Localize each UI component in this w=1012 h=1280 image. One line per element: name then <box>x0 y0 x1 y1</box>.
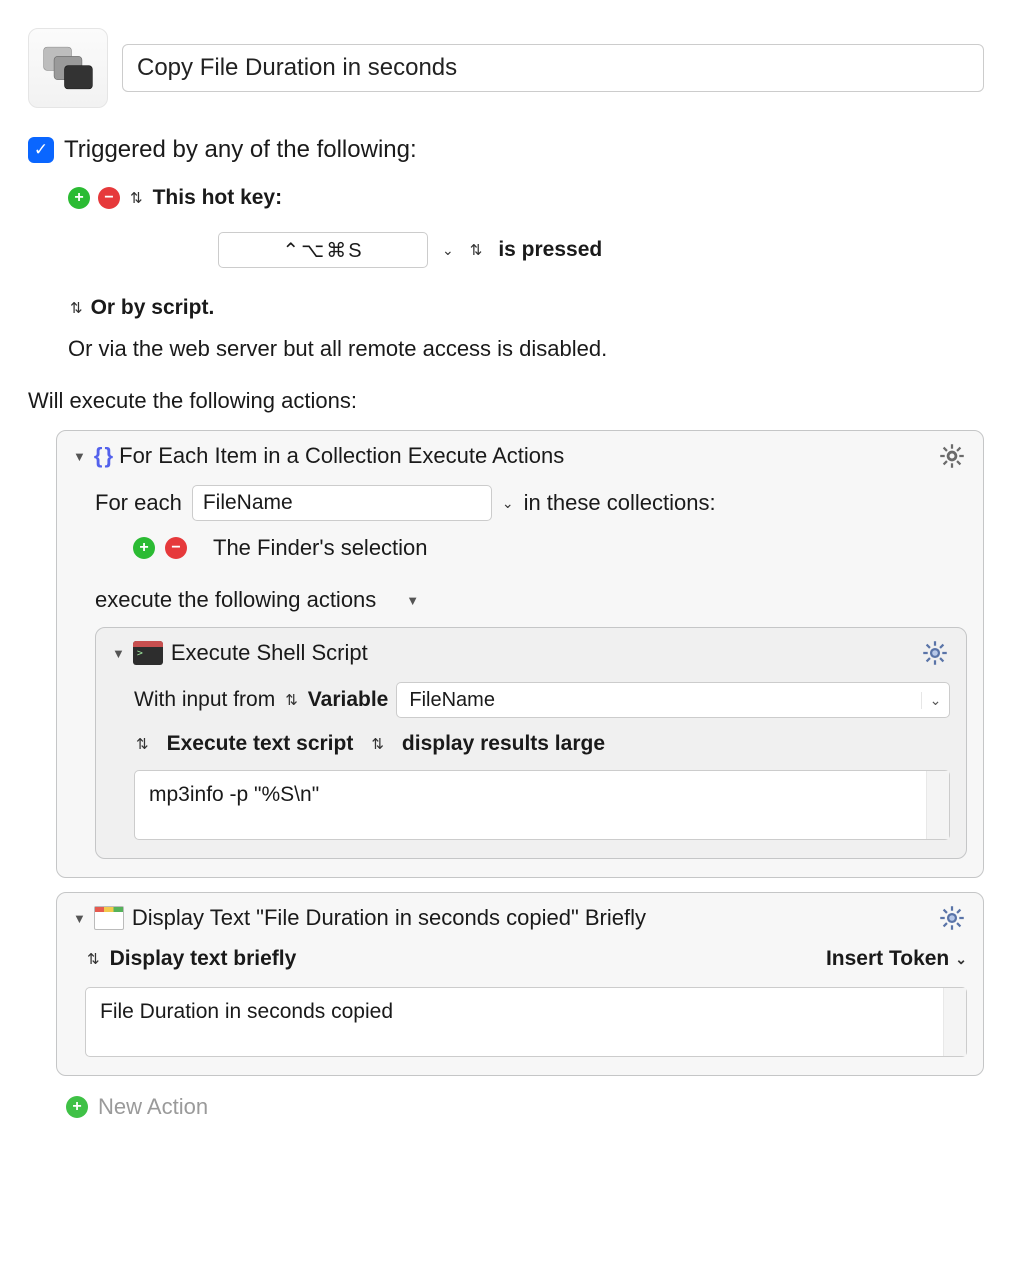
gear-icon[interactable] <box>937 441 967 471</box>
script-mode-label: Execute text script <box>167 732 354 756</box>
note-icon <box>94 906 124 930</box>
terminal-icon <box>133 641 163 665</box>
hotkey-state-stepper[interactable]: ⇅ <box>468 241 485 259</box>
variable-dropdown[interactable]: FileName <box>192 485 492 521</box>
execute-heading: Will execute the following actions: <box>28 388 984 414</box>
remove-trigger-button[interactable]: − <box>98 187 120 209</box>
collection-label: The Finder's selection <box>213 535 428 561</box>
script-content: mp3info -p "%S\n" <box>149 783 319 806</box>
or-script-label: Or by script. <box>91 296 215 320</box>
disclosure-triangle-icon[interactable]: ▼ <box>73 449 86 464</box>
variable-menu-icon[interactable]: ⌄ <box>502 495 514 512</box>
gear-icon[interactable] <box>937 903 967 933</box>
foreach-action[interactable]: ▼ { } For Each Item in a Collection Exec… <box>56 430 984 878</box>
for-each-label: For each <box>95 490 182 516</box>
disclosure-triangle-icon[interactable]: ▼ <box>406 593 419 608</box>
in-collections-label: in these collections: <box>524 490 716 516</box>
shell-title: Execute Shell Script <box>171 640 368 666</box>
triggered-label: Triggered by any of the following: <box>64 136 417 164</box>
result-mode-stepper[interactable]: ⇅ <box>369 735 386 753</box>
or-script-stepper[interactable]: ⇅ <box>68 299 85 317</box>
variable-value: FileName <box>203 491 293 515</box>
add-trigger-button[interactable]: + <box>68 187 90 209</box>
hotkey-label: This hot key: <box>153 186 283 210</box>
add-action-button[interactable]: + <box>66 1096 88 1118</box>
insert-token-label: Insert Token <box>826 947 949 971</box>
result-mode-label: display results large <box>402 732 605 756</box>
chevron-down-icon: ⌄ <box>955 951 967 968</box>
new-action-label: New Action <box>98 1094 208 1120</box>
display-mode-stepper[interactable]: ⇅ <box>85 950 102 968</box>
script-mode-stepper[interactable]: ⇅ <box>134 735 151 753</box>
disclosure-triangle-icon[interactable]: ▼ <box>73 911 86 926</box>
input-variable-select[interactable]: FileName ⌄ <box>396 682 950 718</box>
foreach-title: For Each Item in a Collection Execute Ac… <box>119 443 564 469</box>
insert-token-button[interactable]: Insert Token ⌄ <box>826 947 967 971</box>
gear-icon[interactable] <box>920 638 950 668</box>
triggered-checkbox[interactable]: ✓ <box>28 137 54 163</box>
display-text-content: File Duration in seconds copied <box>100 1000 393 1023</box>
hotkey-menu-icon[interactable]: ⌄ <box>442 242 454 259</box>
display-title: Display Text "File Duration in seconds c… <box>132 905 646 931</box>
remote-note: Or via the web server but all remote acc… <box>28 336 984 362</box>
display-text-action[interactable]: ▼ Display Text "File Duration in seconds… <box>56 892 984 1076</box>
loop-icon: { } <box>94 443 111 469</box>
input-type-stepper[interactable]: ⇅ <box>283 691 300 709</box>
trigger-stepper-icon[interactable]: ⇅ <box>128 189 145 207</box>
macro-icon <box>28 28 108 108</box>
macro-title-input[interactable] <box>122 44 984 92</box>
disclosure-triangle-icon[interactable]: ▼ <box>112 646 125 661</box>
remove-collection-button[interactable]: − <box>165 537 187 559</box>
script-textarea[interactable]: mp3info -p "%S\n" <box>134 770 950 840</box>
hotkey-state-label: is pressed <box>498 238 602 262</box>
display-mode-label: Display text briefly <box>110 947 297 971</box>
chevron-down-icon: ⌄ <box>921 692 949 709</box>
shell-action[interactable]: ▼ Execute Shell Script With input from ⇅… <box>95 627 967 859</box>
execute-subheading: execute the following actions <box>95 587 376 613</box>
hotkey-input[interactable]: ⌃⌥⌘S <box>218 232 428 268</box>
display-text-textarea[interactable]: File Duration in seconds copied <box>85 987 967 1057</box>
with-input-label: With input from <box>134 688 275 712</box>
add-collection-button[interactable]: + <box>133 537 155 559</box>
input-variable-value: FileName <box>397 689 921 712</box>
input-type-label: Variable <box>308 688 389 712</box>
